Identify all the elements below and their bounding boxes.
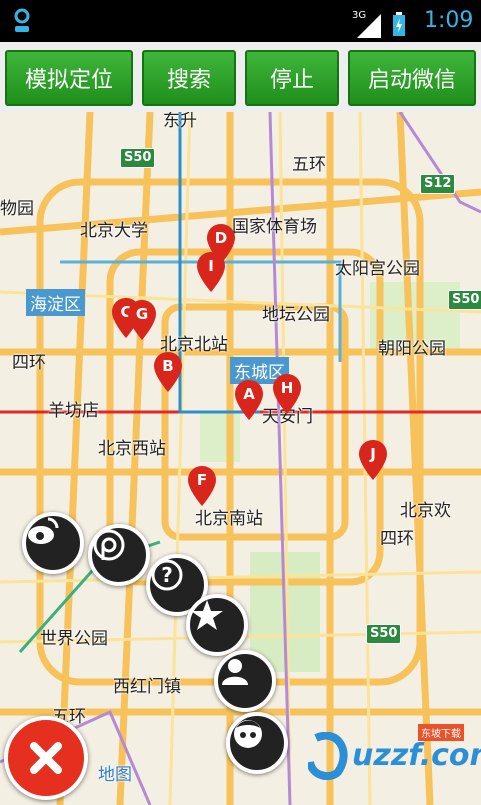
user-button[interactable]	[214, 650, 276, 712]
launch-wechat-button[interactable]: 启动微信	[348, 50, 476, 106]
signal-icon	[357, 14, 381, 38]
moments-share-button[interactable]	[88, 524, 150, 586]
status-bar: 3G 1:09	[0, 0, 481, 42]
location-app-icon	[14, 8, 30, 32]
svg-text:?: ?	[161, 563, 173, 587]
map-view[interactable]: 东升 五环 物园 北京大学 国家体育场 太阳宫公园 地坛公园 北京北站 朝阳公园…	[0, 112, 481, 805]
map-label: 北京大学	[80, 221, 148, 241]
marker-letter: D	[215, 229, 227, 247]
weibo-icon	[28, 517, 59, 544]
map-marker-j[interactable]: J	[359, 440, 387, 480]
district-label: 海淀区	[26, 289, 85, 316]
weibo-share-button[interactable]	[22, 512, 84, 574]
map-label: 四环	[12, 353, 46, 373]
map-marker-a[interactable]: A	[235, 380, 263, 420]
marker-letter: H	[281, 379, 294, 397]
map-label: 东升	[163, 112, 197, 131]
map-marker-i[interactable]: I	[197, 252, 225, 292]
battery-icon	[393, 12, 405, 36]
map-label: 西红门镇	[113, 677, 181, 697]
map-marker-g[interactable]: G	[128, 300, 156, 340]
road-shield: S50	[120, 148, 156, 168]
map-label: 地坛公园	[262, 305, 330, 325]
road-shield: S50	[366, 624, 402, 644]
close-button[interactable]	[4, 716, 88, 800]
map-label: 国家体育场	[232, 217, 317, 237]
star-icon	[191, 600, 223, 630]
watermark-sub: 东坡下载	[418, 724, 464, 741]
map-label: 四环	[380, 529, 414, 549]
map-label: 五环	[292, 155, 326, 175]
marker-letter: J	[369, 445, 376, 463]
wechat-moments-icon	[93, 529, 125, 561]
map-label: 羊坊店	[48, 401, 99, 421]
help-icon: ?	[151, 559, 183, 591]
avatar-icon	[234, 720, 262, 748]
toolbar: 模拟定位 搜索 停止 启动微信	[0, 42, 481, 112]
map-marker-b[interactable]: B	[154, 352, 182, 392]
marker-letter: B	[162, 357, 173, 375]
clock: 1:09	[424, 8, 474, 33]
watermark-logo-icon	[308, 732, 348, 780]
map-logo-label: 地图	[98, 765, 132, 785]
map-label: 北京南站	[195, 509, 263, 529]
user-icon	[222, 659, 248, 685]
search-button[interactable]: 搜索	[142, 50, 236, 106]
map-label: 太阳宫公园	[335, 259, 420, 279]
map-label: 世界公园	[40, 629, 108, 649]
map-label: 朝阳公园	[378, 339, 446, 359]
map-marker-h[interactable]: H	[273, 374, 301, 414]
stop-button[interactable]: 停止	[245, 50, 339, 106]
watermark: uzzf.com 东坡下载	[308, 724, 481, 788]
marker-letter: I	[208, 257, 214, 275]
road-shield: S50	[448, 290, 481, 310]
avatar-button[interactable]	[226, 712, 288, 774]
marker-letter: A	[243, 385, 255, 403]
marker-letter: G	[136, 305, 148, 323]
map-label: 北京西站	[98, 439, 166, 459]
map-marker-f[interactable]: F	[188, 466, 216, 506]
marker-letter: F	[197, 471, 207, 489]
road-shield: S12	[420, 174, 456, 194]
favorite-button[interactable]	[186, 594, 248, 656]
close-icon	[30, 742, 62, 774]
map-label: 物园	[0, 199, 34, 219]
mock-location-button[interactable]: 模拟定位	[5, 50, 133, 106]
map-label: 北京欢	[400, 501, 451, 521]
watermark-text: uzzf.com	[352, 738, 481, 773]
